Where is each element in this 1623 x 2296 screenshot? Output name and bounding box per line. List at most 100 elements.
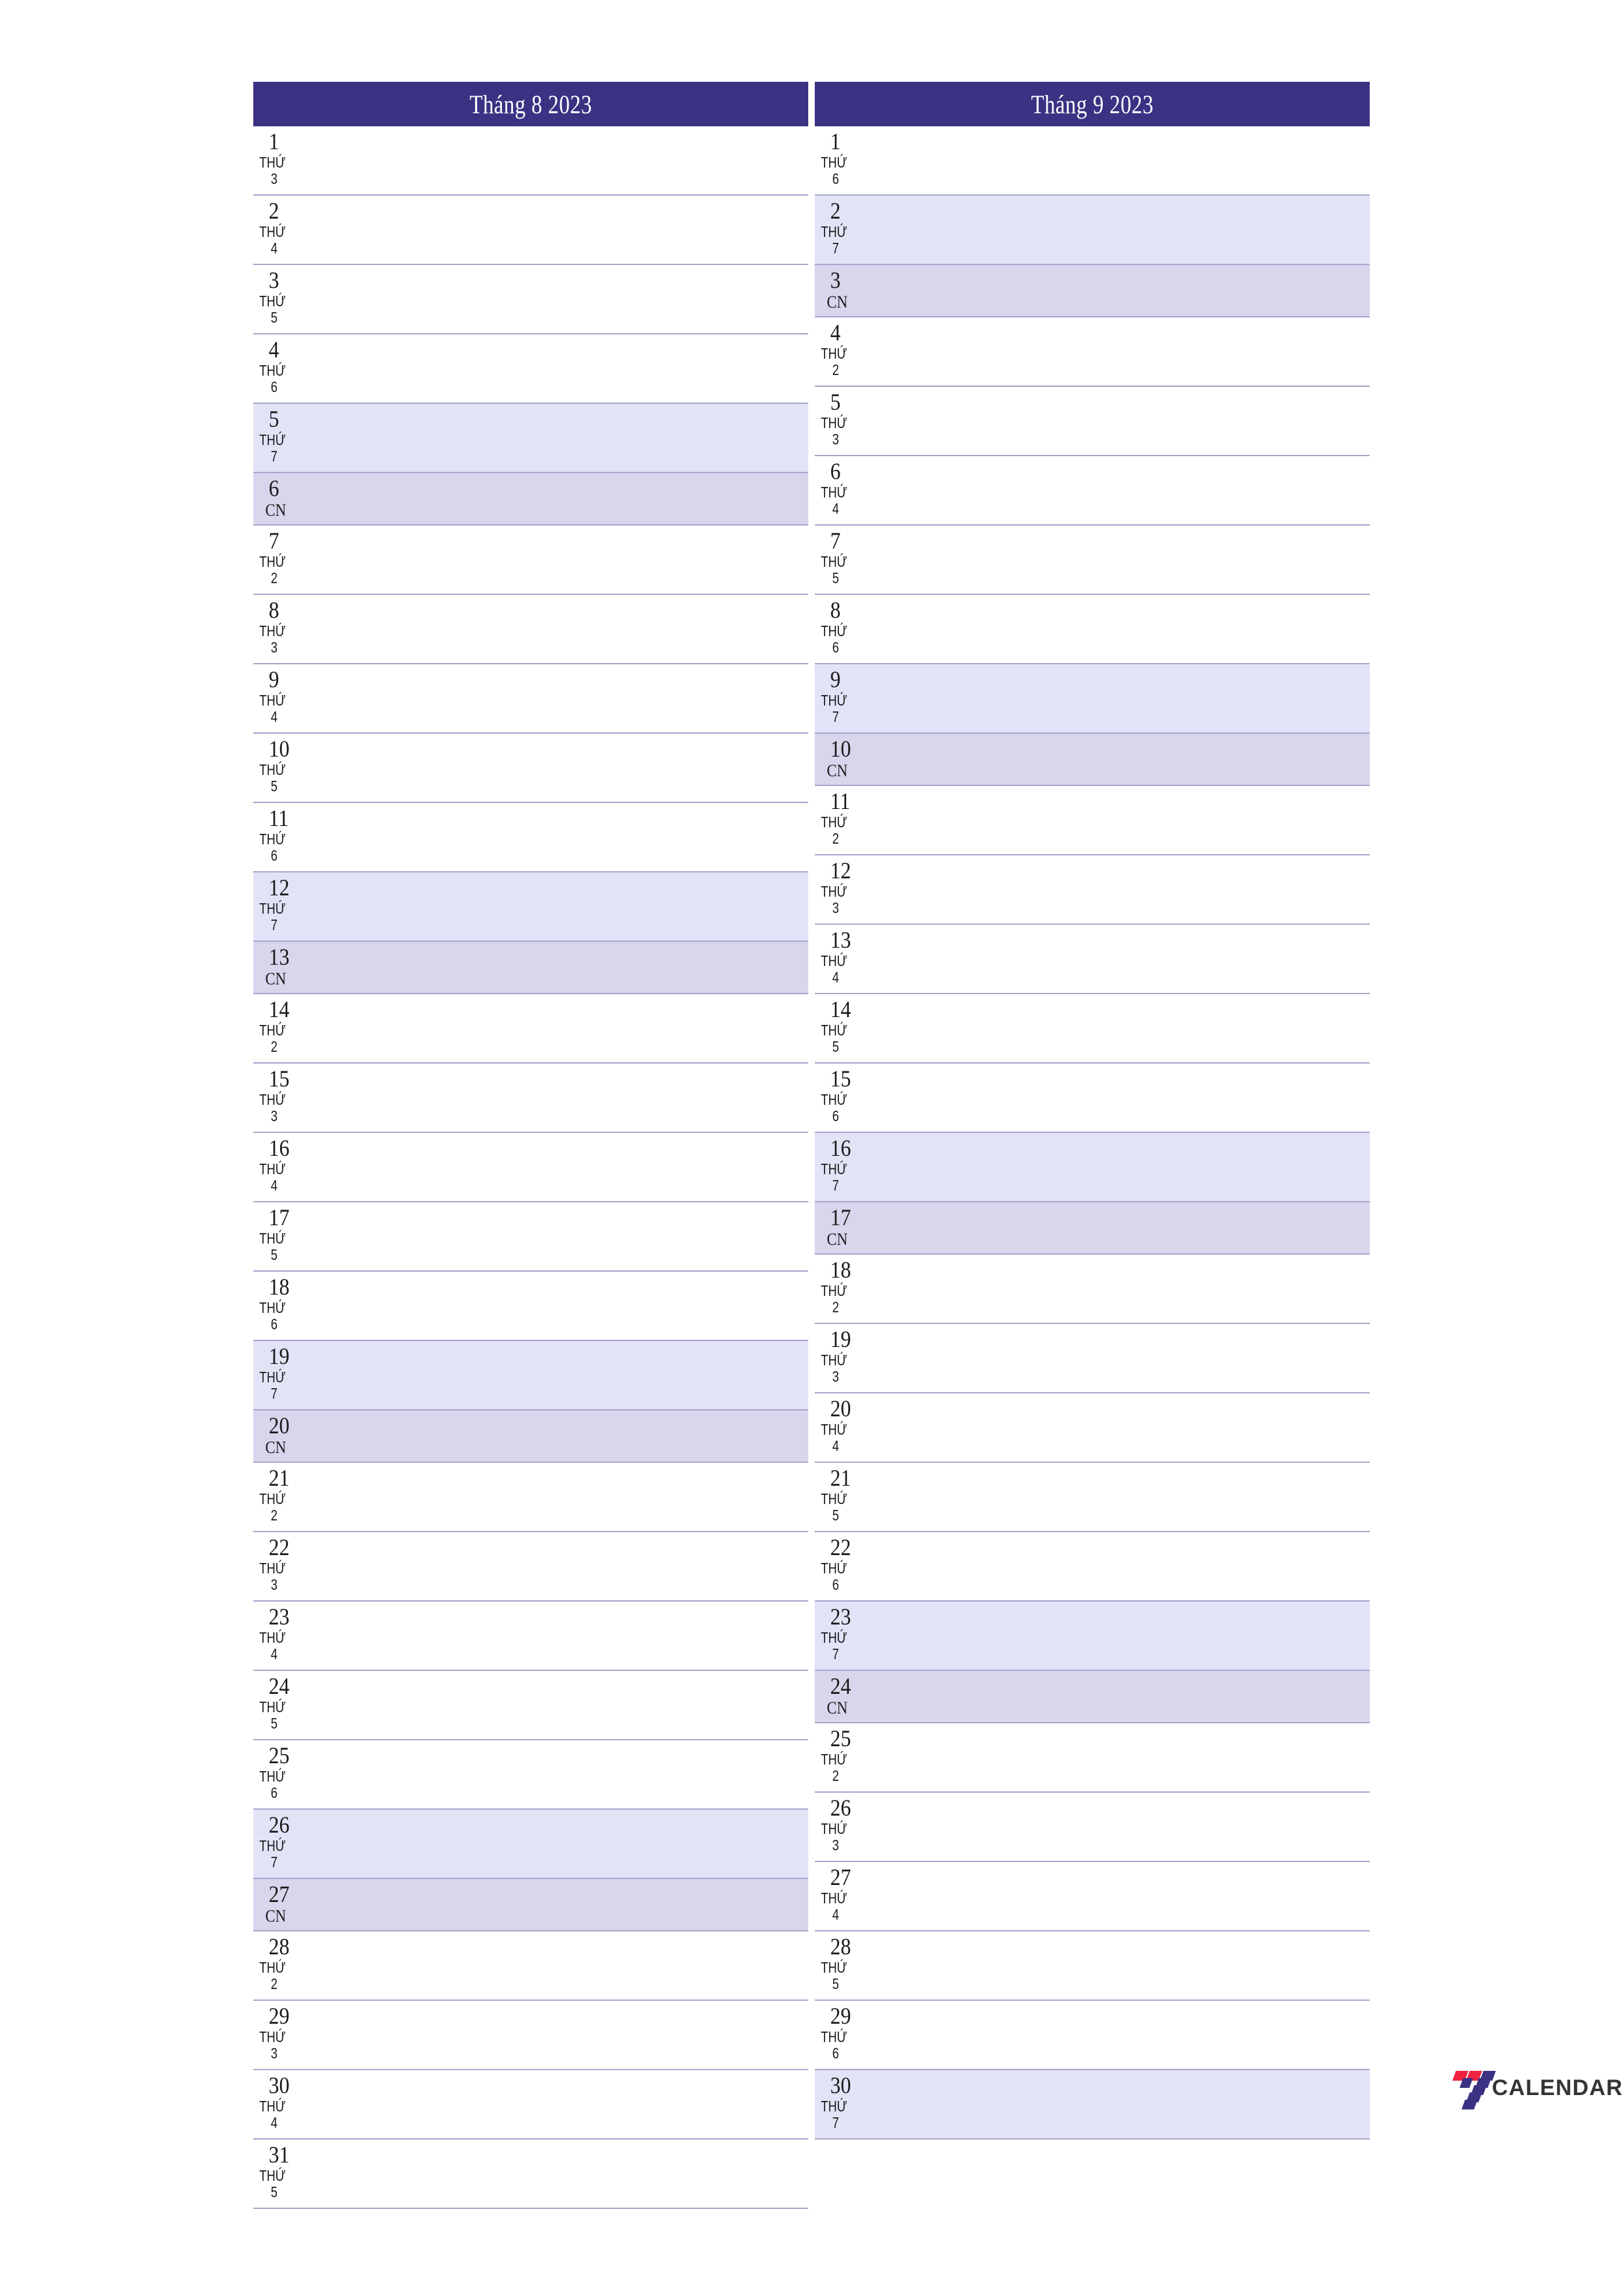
day-of-week-label: THỨ	[259, 1629, 286, 1646]
day-number: 19	[268, 1343, 290, 1369]
day-of-week-label: THỨ	[259, 553, 286, 570]
day-of-week-number: 6	[832, 170, 840, 187]
day-of-week-number: 5	[270, 778, 278, 795]
day-row[interactable]: 30 THỨ 7	[815, 2070, 1370, 2140]
day-row[interactable]: 26 THỨ 3	[815, 1793, 1370, 1862]
day-row[interactable]: 1 THỨ 6	[815, 126, 1370, 196]
day-of-week-label: THỨ	[259, 1560, 286, 1577]
day-row[interactable]: 30 THỨ 4	[253, 2070, 808, 2140]
day-row[interactable]: 12 THỨ 7	[253, 872, 808, 942]
day-row[interactable]: 9 THỨ 7	[815, 664, 1370, 734]
day-of-week-number: 6	[270, 847, 278, 864]
day-rows: 1 THỨ 3 2 THỨ 4 3 THỨ 5 4 THỨ 6 5 THỨ 7 6 CN 7 THỨ 2 8 THỨ 3 9 T…	[253, 126, 808, 2209]
day-row[interactable]: 20 THỨ 4	[815, 1393, 1370, 1463]
day-row[interactable]: 15 THỨ 6	[815, 1064, 1370, 1133]
day-row[interactable]: 4 THỨ 2	[815, 317, 1370, 387]
day-row[interactable]: 25 THỨ 2	[815, 1723, 1370, 1793]
day-row[interactable]: 14 THỨ 5	[815, 994, 1370, 1064]
day-of-week-label: CN	[827, 761, 848, 780]
day-row[interactable]: 6 THỨ 4	[815, 456, 1370, 526]
day-row[interactable]: 23 THỨ 4	[253, 1602, 808, 1671]
day-row[interactable]: 13 THỨ 4	[815, 925, 1370, 994]
day-row[interactable]: 18 THỨ 6	[253, 1272, 808, 1341]
day-row[interactable]: 21 THỨ 2	[253, 1463, 808, 1532]
day-number: 5	[268, 406, 279, 432]
day-row[interactable]: 2 THỨ 4	[253, 196, 808, 265]
day-row[interactable]: 8 THỨ 3	[253, 595, 808, 664]
day-number: 25	[830, 1725, 851, 1751]
day-of-week-label: THỨ	[259, 2028, 286, 2045]
day-row[interactable]: 29 THỨ 3	[253, 2001, 808, 2070]
day-row[interactable]: 16 THỨ 4	[253, 1133, 808, 1202]
day-row[interactable]: 13 CN	[253, 942, 808, 994]
day-row[interactable]: 17 THỨ 5	[253, 1202, 808, 1272]
day-row[interactable]: 8 THỨ 6	[815, 595, 1370, 664]
day-row[interactable]: 22 THỨ 6	[815, 1532, 1370, 1602]
day-row[interactable]: 23 THỨ 7	[815, 1602, 1370, 1671]
day-row[interactable]: 26 THỨ 7	[253, 1810, 808, 1879]
day-row[interactable]: 24 CN	[815, 1671, 1370, 1723]
day-row[interactable]: 28 THỨ 5	[815, 1931, 1370, 2001]
day-of-week-label: THỨ	[821, 484, 847, 501]
day-of-week-number: 3	[832, 899, 840, 916]
day-row[interactable]: 4 THỨ 6	[253, 334, 808, 404]
day-row[interactable]: 16 THỨ 7	[815, 1133, 1370, 1202]
day-row[interactable]: 9 THỨ 4	[253, 664, 808, 734]
day-row[interactable]: 29 THỨ 6	[815, 2001, 1370, 2070]
day-of-week-label: THỨ	[821, 414, 847, 431]
day-of-week-label: THỨ	[821, 1160, 847, 1177]
day-of-week-number: 2	[832, 361, 840, 378]
day-row[interactable]: 20 CN	[253, 1410, 808, 1463]
day-number: 6	[830, 458, 841, 484]
day-of-week-label: THỨ	[259, 1369, 286, 1386]
day-of-week-label: THỨ	[821, 1421, 847, 1438]
month-header: Tháng 8 2023	[253, 82, 808, 126]
day-number: 28	[268, 1933, 290, 1960]
day-row[interactable]: 21 THỨ 5	[815, 1463, 1370, 1532]
day-row[interactable]: 12 THỨ 3	[815, 855, 1370, 925]
day-of-week-label: THỨ	[259, 761, 286, 778]
brand-name: CALENDAR	[1491, 2075, 1623, 2100]
day-number: 26	[268, 1812, 290, 1838]
day-row[interactable]: 1 THỨ 3	[253, 126, 808, 196]
day-of-week-number: 6	[270, 1784, 278, 1801]
day-row[interactable]: 5 THỨ 3	[815, 387, 1370, 456]
day-row[interactable]: 5 THỨ 7	[253, 404, 808, 473]
day-row[interactable]: 31 THỨ 5	[253, 2140, 808, 2209]
day-row[interactable]: 11 THỨ 2	[815, 786, 1370, 855]
day-row[interactable]: 7 THỨ 5	[815, 526, 1370, 595]
day-number: 9	[830, 666, 841, 692]
day-of-week-label: THỨ	[821, 1560, 847, 1577]
day-row[interactable]: 18 THỨ 2	[815, 1255, 1370, 1324]
day-row[interactable]: 2 THỨ 7	[815, 196, 1370, 265]
day-row[interactable]: 27 THỨ 4	[815, 1862, 1370, 1931]
day-of-week-label: CN	[265, 1438, 287, 1457]
day-row[interactable]: 10 THỨ 5	[253, 734, 808, 803]
day-row[interactable]: 15 THỨ 3	[253, 1064, 808, 1133]
day-row[interactable]: 10 CN	[815, 734, 1370, 786]
day-number: 11	[268, 805, 289, 831]
day-row[interactable]: 14 THỨ 2	[253, 994, 808, 1064]
day-of-week-number: 2	[270, 1975, 278, 1992]
day-row[interactable]: 28 THỨ 2	[253, 1931, 808, 2001]
day-of-week-number: 3	[270, 639, 278, 656]
day-row[interactable]: 25 THỨ 6	[253, 1740, 808, 1810]
day-of-week-label: THỨ	[821, 1490, 847, 1507]
day-of-week-number: 2	[832, 1299, 840, 1316]
day-of-week-number: 7	[832, 1645, 840, 1662]
day-row[interactable]: 6 CN	[253, 473, 808, 526]
day-of-week-label: THỨ	[259, 622, 286, 639]
day-row[interactable]: 3 CN	[815, 265, 1370, 317]
day-row[interactable]: 3 THỨ 5	[253, 265, 808, 334]
day-row[interactable]: 24 THỨ 5	[253, 1671, 808, 1740]
day-row[interactable]: 17 CN	[815, 1202, 1370, 1255]
day-row[interactable]: 22 THỨ 3	[253, 1532, 808, 1602]
day-row[interactable]: 27 CN	[253, 1879, 808, 1931]
day-row[interactable]: 19 THỨ 3	[815, 1324, 1370, 1393]
day-row[interactable]: 7 THỨ 2	[253, 526, 808, 595]
day-of-week-number: 3	[270, 1107, 278, 1124]
day-of-week-label: THỨ	[821, 622, 847, 639]
day-row[interactable]: 19 THỨ 7	[253, 1341, 808, 1410]
day-row[interactable]: 11 THỨ 6	[253, 803, 808, 872]
day-number: 13	[830, 927, 851, 953]
